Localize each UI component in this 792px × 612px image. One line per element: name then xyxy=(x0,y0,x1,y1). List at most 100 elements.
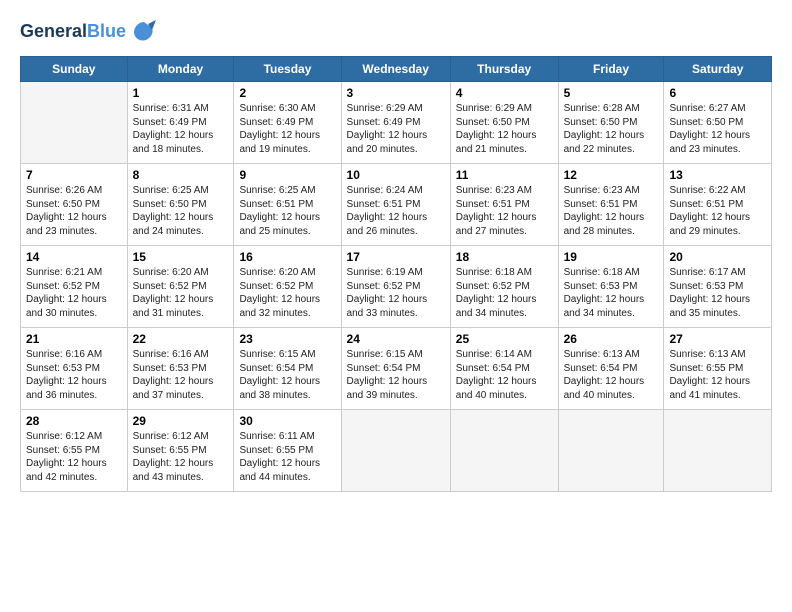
day-info: Sunrise: 6:25 AMSunset: 6:51 PMDaylight:… xyxy=(239,184,335,238)
week-row-1: 1 Sunrise: 6:31 AMSunset: 6:49 PMDaylight… xyxy=(21,82,772,164)
week-row-4: 21Sunrise: 6:16 AMSunset: 6:53 PMDayligh… xyxy=(21,328,772,410)
day-info: Sunrise: 6:17 AMSunset: 6:53 PMDaylight:… xyxy=(669,266,766,320)
day-number: 24 xyxy=(347,332,445,346)
day-header-wednesday: Wednesday xyxy=(341,57,450,82)
day-info: Sunrise: 6:21 AMSunset: 6:52 PMDaylight:… xyxy=(26,266,122,320)
calendar-cell: 5 Sunrise: 6:28 AMSunset: 6:50 PMDaylight… xyxy=(558,82,664,164)
week-row-2: 7Sunrise: 6:26 AMSunset: 6:50 PMDaylight… xyxy=(21,164,772,246)
day-info: Sunrise: 6:28 AMSunset: 6:50 PMDaylight:… xyxy=(564,102,659,156)
day-header-monday: Monday xyxy=(127,57,234,82)
day-number: 13 xyxy=(669,168,766,182)
calendar-cell xyxy=(664,410,772,492)
calendar-table: SundayMondayTuesdayWednesdayThursdayFrid… xyxy=(20,56,772,492)
day-number: 25 xyxy=(456,332,553,346)
day-info: Sunrise: 6:22 AMSunset: 6:51 PMDaylight:… xyxy=(669,184,766,238)
day-number: 16 xyxy=(239,250,335,264)
calendar-cell: 24 Sunrise: 6:15 AMSunset: 6:54 PMDayligh… xyxy=(341,328,450,410)
day-number: 26 xyxy=(564,332,659,346)
day-info: Sunrise: 6:23 AMSunset: 6:51 PMDaylight:… xyxy=(456,184,553,238)
calendar-cell: 20 Sunrise: 6:17 AMSunset: 6:53 PMDayligh… xyxy=(664,246,772,328)
calendar-cell: 25 Sunrise: 6:14 AMSunset: 6:54 PMDayligh… xyxy=(450,328,558,410)
day-info: Sunrise: 6:18 AMSunset: 6:53 PMDaylight:… xyxy=(564,266,659,320)
day-info: Sunrise: 6:30 AMSunset: 6:49 PMDaylight:… xyxy=(239,102,335,156)
day-info: Sunrise: 6:20 AMSunset: 6:52 PMDaylight:… xyxy=(133,266,229,320)
day-number: 6 xyxy=(669,86,766,100)
calendar-cell: 12 Sunrise: 6:23 AMSunset: 6:51 PMDayligh… xyxy=(558,164,664,246)
calendar-cell: 23 Sunrise: 6:15 AMSunset: 6:54 PMDayligh… xyxy=(234,328,341,410)
calendar-cell: 21Sunrise: 6:16 AMSunset: 6:53 PMDayligh… xyxy=(21,328,128,410)
calendar-cell: 27 Sunrise: 6:13 AMSunset: 6:55 PMDayligh… xyxy=(664,328,772,410)
day-info: Sunrise: 6:12 AMSunset: 6:55 PMDaylight:… xyxy=(26,430,122,484)
day-number: 20 xyxy=(669,250,766,264)
logo-text: GeneralBlue xyxy=(20,22,126,42)
calendar-cell: 1 Sunrise: 6:31 AMSunset: 6:49 PMDaylight… xyxy=(127,82,234,164)
calendar-cell: 18 Sunrise: 6:18 AMSunset: 6:52 PMDayligh… xyxy=(450,246,558,328)
calendar-cell: 15 Sunrise: 6:20 AMSunset: 6:52 PMDayligh… xyxy=(127,246,234,328)
day-number: 2 xyxy=(239,86,335,100)
day-info: Sunrise: 6:11 AMSunset: 6:55 PMDaylight:… xyxy=(239,430,335,484)
day-info: Sunrise: 6:27 AMSunset: 6:50 PMDaylight:… xyxy=(669,102,766,156)
day-header-saturday: Saturday xyxy=(664,57,772,82)
calendar-cell: 10Sunrise: 6:24 AMSunset: 6:51 PMDayligh… xyxy=(341,164,450,246)
day-header-friday: Friday xyxy=(558,57,664,82)
day-header-thursday: Thursday xyxy=(450,57,558,82)
day-info: Sunrise: 6:13 AMSunset: 6:54 PMDaylight:… xyxy=(564,348,659,402)
day-number: 30 xyxy=(239,414,335,428)
day-number: 10 xyxy=(347,168,445,182)
day-info: Sunrise: 6:14 AMSunset: 6:54 PMDaylight:… xyxy=(456,348,553,402)
day-info: Sunrise: 6:16 AMSunset: 6:53 PMDaylight:… xyxy=(26,348,122,402)
day-number: 7 xyxy=(26,168,122,182)
day-number: 15 xyxy=(133,250,229,264)
calendar-cell: 28 Sunrise: 6:12 AMSunset: 6:55 PMDayligh… xyxy=(21,410,128,492)
calendar-cell: 26 Sunrise: 6:13 AMSunset: 6:54 PMDayligh… xyxy=(558,328,664,410)
day-number: 11 xyxy=(456,168,553,182)
calendar-cell: 17Sunrise: 6:19 AMSunset: 6:52 PMDayligh… xyxy=(341,246,450,328)
calendar-cell: 11 Sunrise: 6:23 AMSunset: 6:51 PMDayligh… xyxy=(450,164,558,246)
day-number: 5 xyxy=(564,86,659,100)
calendar-cell: 2 Sunrise: 6:30 AMSunset: 6:49 PMDaylight… xyxy=(234,82,341,164)
calendar-cell: 22Sunrise: 6:16 AMSunset: 6:53 PMDayligh… xyxy=(127,328,234,410)
calendar-cell: 30 Sunrise: 6:11 AMSunset: 6:55 PMDayligh… xyxy=(234,410,341,492)
day-number: 3 xyxy=(347,86,445,100)
day-number: 14 xyxy=(26,250,122,264)
week-row-5: 28 Sunrise: 6:12 AMSunset: 6:55 PMDayligh… xyxy=(21,410,772,492)
day-header-tuesday: Tuesday xyxy=(234,57,341,82)
day-info: Sunrise: 6:29 AMSunset: 6:49 PMDaylight:… xyxy=(347,102,445,156)
day-number: 23 xyxy=(239,332,335,346)
calendar-cell: 9Sunrise: 6:25 AMSunset: 6:51 PMDaylight… xyxy=(234,164,341,246)
day-number: 12 xyxy=(564,168,659,182)
week-row-3: 14 Sunrise: 6:21 AMSunset: 6:52 PMDayligh… xyxy=(21,246,772,328)
day-info: Sunrise: 6:16 AMSunset: 6:53 PMDaylight:… xyxy=(133,348,229,402)
calendar-cell xyxy=(558,410,664,492)
day-number: 17 xyxy=(347,250,445,264)
logo: GeneralBlue xyxy=(20,18,158,46)
day-info: Sunrise: 6:15 AMSunset: 6:54 PMDaylight:… xyxy=(347,348,445,402)
day-info: Sunrise: 6:13 AMSunset: 6:55 PMDaylight:… xyxy=(669,348,766,402)
day-number: 27 xyxy=(669,332,766,346)
day-number: 28 xyxy=(26,414,122,428)
calendar-cell: 4 Sunrise: 6:29 AMSunset: 6:50 PMDaylight… xyxy=(450,82,558,164)
calendar-cell: 7Sunrise: 6:26 AMSunset: 6:50 PMDaylight… xyxy=(21,164,128,246)
calendar-cell xyxy=(21,82,128,164)
calendar-cell: 14 Sunrise: 6:21 AMSunset: 6:52 PMDayligh… xyxy=(21,246,128,328)
day-info: Sunrise: 6:25 AMSunset: 6:50 PMDaylight:… xyxy=(133,184,229,238)
day-info: Sunrise: 6:23 AMSunset: 6:51 PMDaylight:… xyxy=(564,184,659,238)
calendar-cell: 6 Sunrise: 6:27 AMSunset: 6:50 PMDaylight… xyxy=(664,82,772,164)
calendar-cell: 29Sunrise: 6:12 AMSunset: 6:55 PMDayligh… xyxy=(127,410,234,492)
calendar-cell: 19 Sunrise: 6:18 AMSunset: 6:53 PMDayligh… xyxy=(558,246,664,328)
logo-icon xyxy=(130,18,158,46)
day-number: 1 xyxy=(133,86,229,100)
day-number: 18 xyxy=(456,250,553,264)
calendar-cell xyxy=(450,410,558,492)
calendar-cell: 3 Sunrise: 6:29 AMSunset: 6:49 PMDaylight… xyxy=(341,82,450,164)
day-number: 4 xyxy=(456,86,553,100)
calendar-cell: 13 Sunrise: 6:22 AMSunset: 6:51 PMDayligh… xyxy=(664,164,772,246)
day-header-sunday: Sunday xyxy=(21,57,128,82)
day-info: Sunrise: 6:18 AMSunset: 6:52 PMDaylight:… xyxy=(456,266,553,320)
day-info: Sunrise: 6:15 AMSunset: 6:54 PMDaylight:… xyxy=(239,348,335,402)
day-info: Sunrise: 6:29 AMSunset: 6:50 PMDaylight:… xyxy=(456,102,553,156)
calendar-cell: 8Sunrise: 6:25 AMSunset: 6:50 PMDaylight… xyxy=(127,164,234,246)
calendar-cell xyxy=(341,410,450,492)
day-number: 19 xyxy=(564,250,659,264)
day-info: Sunrise: 6:31 AMSunset: 6:49 PMDaylight:… xyxy=(133,102,229,156)
